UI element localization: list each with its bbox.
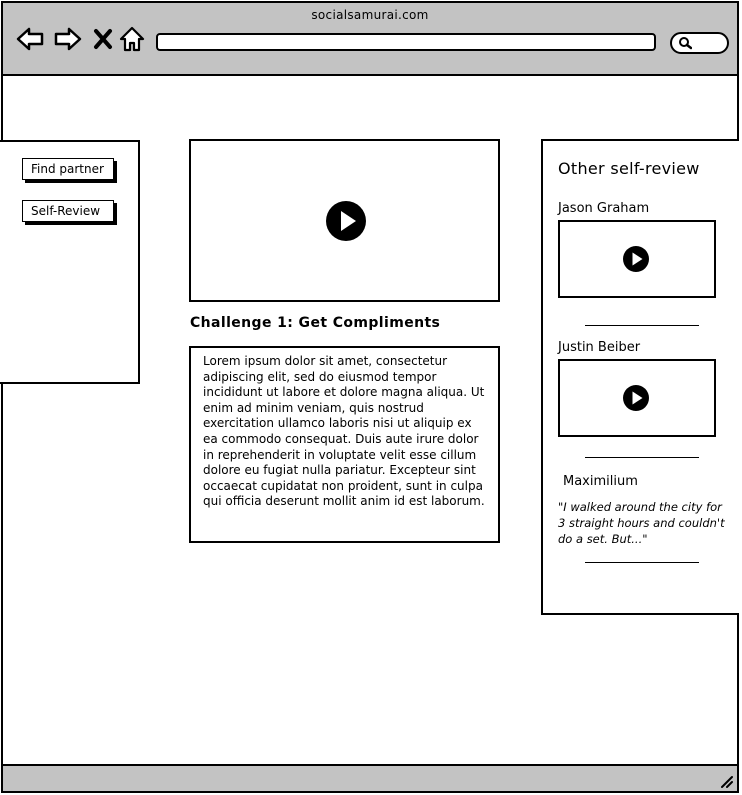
divider	[585, 325, 699, 326]
review-video-thumbnail[interactable]	[558, 220, 716, 298]
panel-title: Other self-review	[558, 159, 700, 178]
play-icon[interactable]	[325, 200, 367, 242]
site-title: socialsamurai.com	[311, 8, 429, 22]
challenge-title: Challenge 1: Get Compliments	[190, 315, 441, 331]
divider	[585, 457, 699, 458]
play-icon[interactable]	[622, 384, 650, 412]
main-video-player[interactable]	[189, 139, 500, 302]
reviewer-name[interactable]: Justin Beiber	[558, 340, 640, 355]
search-box[interactable]	[670, 32, 729, 54]
back-arrow-icon[interactable]	[15, 24, 45, 54]
reviewer-name[interactable]: Maximilium	[563, 474, 638, 489]
challenge-description: Lorem ipsum dolor sit amet, consectetur …	[189, 346, 500, 543]
status-bar	[3, 764, 737, 791]
review-quote: "I walked around the city for 3 straight…	[558, 500, 725, 546]
close-icon[interactable]	[88, 24, 118, 54]
forward-arrow-icon[interactable]	[53, 24, 83, 54]
search-icon	[679, 37, 692, 50]
resize-grip-icon[interactable]	[719, 774, 733, 788]
find-partner-button[interactable]: Find partner	[22, 158, 114, 180]
home-icon[interactable]	[117, 24, 147, 54]
address-bar[interactable]	[156, 33, 656, 51]
sidebar: Find partner Self-Review	[0, 140, 140, 384]
play-icon[interactable]	[622, 245, 650, 273]
browser-toolbar: socialsamurai.com	[3, 3, 737, 76]
reviewer-name[interactable]: Jason Graham	[558, 201, 649, 216]
review-video-thumbnail[interactable]	[558, 359, 716, 437]
divider	[585, 562, 699, 563]
self-review-button[interactable]: Self-Review	[22, 200, 114, 222]
other-reviews-panel: Other self-review Jason Graham Justin Be…	[541, 139, 739, 615]
